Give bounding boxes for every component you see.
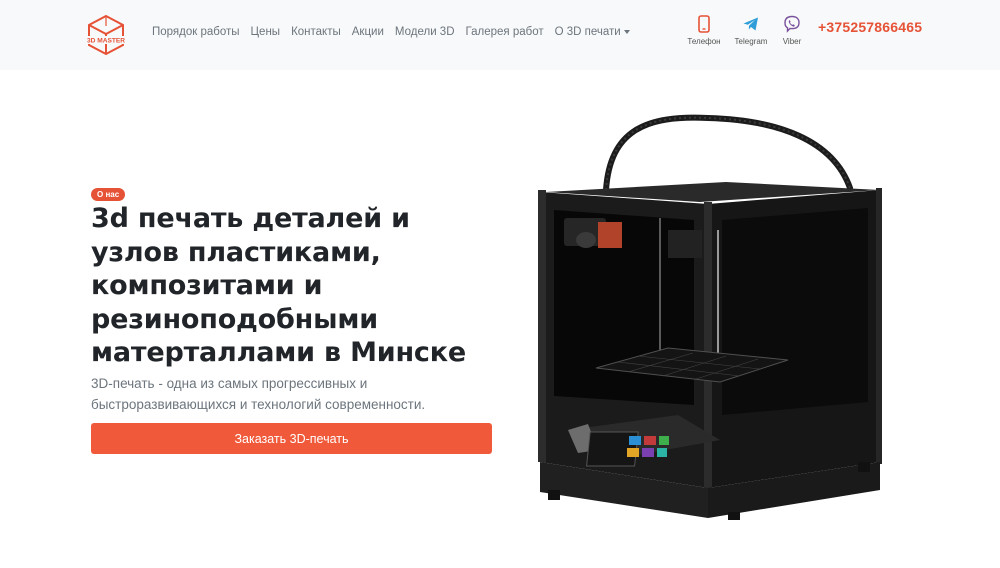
hero-title-line: узлов пластиками, bbox=[91, 236, 381, 268]
screen-tile bbox=[644, 436, 656, 445]
nav-item-3d-models[interactable]: Модели 3D bbox=[395, 26, 455, 38]
contact-phone-link[interactable]: Телефон bbox=[684, 15, 724, 46]
top-navbar: 3D MASTER Порядок работы Цены Контакты А… bbox=[0, 0, 1000, 70]
screen-tile bbox=[657, 448, 667, 457]
hero-title: 3d печать деталей и узлов пластиками, ко… bbox=[91, 202, 511, 370]
nav-item-prices[interactable]: Цены bbox=[251, 26, 281, 38]
nav-dropdown-label: О 3D печати bbox=[554, 26, 621, 38]
nav-item-promotions[interactable]: Акции bbox=[352, 26, 384, 38]
about-badge: О нас bbox=[91, 188, 126, 201]
nav-dropdown-about[interactable]: О 3D печати bbox=[555, 26, 630, 38]
nav-item-contacts[interactable]: Контакты bbox=[291, 26, 341, 38]
order-3d-print-button[interactable]: Заказать 3D-печать bbox=[91, 423, 492, 454]
nav-item-order[interactable]: Порядок работы bbox=[152, 26, 240, 38]
contact-viber-label: Viber bbox=[782, 37, 802, 46]
screen-tile bbox=[627, 448, 639, 457]
screen-tile bbox=[659, 436, 669, 445]
main-nav-menu: Порядок работы Цены Контакты Акции Модел… bbox=[152, 26, 641, 38]
phone-number-link[interactable]: +375257866465 bbox=[818, 19, 922, 35]
contact-telegram-label: Telegram bbox=[734, 37, 768, 46]
hero-subtitle: 3D-печать - одна из самых прогрессивных … bbox=[91, 373, 491, 415]
contact-viber-link[interactable]: Viber bbox=[772, 15, 812, 46]
screen-tile bbox=[642, 448, 654, 457]
hero-title-line: композитами и bbox=[91, 270, 323, 301]
svg-text:3D MASTER: 3D MASTER bbox=[87, 38, 125, 45]
brand-logo[interactable]: 3D MASTER bbox=[85, 14, 127, 56]
hero-subtitle-line: быстроразвивающихся и технологий совреме… bbox=[91, 397, 426, 412]
screen-tile bbox=[629, 436, 641, 445]
telegram-icon bbox=[743, 17, 758, 31]
nav-item-gallery[interactable]: Галерея работ bbox=[466, 26, 544, 38]
hero-title-line: матерталлами в Минске bbox=[91, 337, 466, 368]
hero-title-line: резиноподобными bbox=[91, 303, 378, 335]
3d-printer-image bbox=[538, 114, 882, 520]
contact-phone-label: Телефон bbox=[687, 37, 721, 46]
caret-down-icon bbox=[623, 29, 630, 34]
mobile-phone-icon bbox=[698, 15, 710, 33]
viber-icon bbox=[784, 15, 800, 33]
hero-subtitle-line: 3D-печать - одна из самых прогрессивных … bbox=[91, 376, 368, 391]
hero-title-line: 3d печать деталей и bbox=[91, 203, 410, 234]
contact-telegram-link[interactable]: Telegram bbox=[731, 15, 771, 46]
